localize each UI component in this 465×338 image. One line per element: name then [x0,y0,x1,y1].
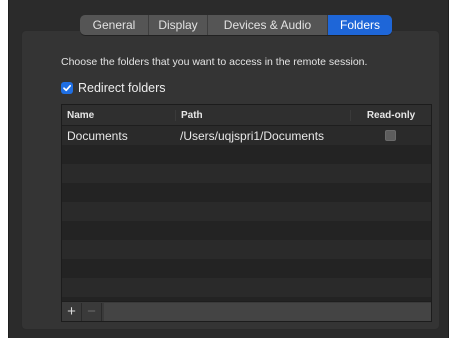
table-row[interactable]: Documents /Users/uqjspri1/Documents [62,126,431,145]
folders-table: Name Path Read-only Documents /Users/uqj… [61,104,432,322]
footer-spacer [104,302,431,321]
redirect-folders-row[interactable]: Redirect folders [61,80,166,96]
empty-row [62,145,431,164]
folders-description: Choose the folders that you want to acce… [61,56,368,68]
folder-path-cell: /Users/uqjspri1/Documents [180,128,325,143]
empty-row [62,202,431,221]
empty-row [62,221,431,240]
checkmark-icon [63,84,72,92]
empty-row [62,278,431,297]
tab-devices-audio[interactable]: Devices & Audio [208,15,328,35]
empty-row [62,259,431,278]
redirect-folders-checkbox[interactable] [61,82,73,94]
table-header: Name Path Read-only [62,105,431,126]
tab-general[interactable]: General [80,15,149,35]
preferences-window: General Display Devices & Audio Folders … [8,0,449,338]
empty-row [62,240,431,259]
empty-row [62,183,431,202]
folder-name-cell: Documents [67,128,128,143]
table-body: Documents /Users/uqjspri1/Documents [62,126,431,316]
empty-row [62,164,431,183]
tab-folders[interactable]: Folders [328,15,392,35]
table-footer-bar: + − [62,301,431,321]
column-header-read-only[interactable]: Read-only [350,109,431,121]
add-folder-button[interactable]: + [62,302,82,321]
tab-bar: General Display Devices & Audio Folders [80,15,392,35]
tab-display[interactable]: Display [149,15,208,35]
column-header-name[interactable]: Name [62,110,175,121]
redirect-folders-label: Redirect folders [78,81,166,95]
remove-folder-button[interactable]: − [82,302,102,321]
read-only-checkbox[interactable] [385,130,396,141]
read-only-cell [350,130,431,141]
column-header-path[interactable]: Path [175,109,350,121]
